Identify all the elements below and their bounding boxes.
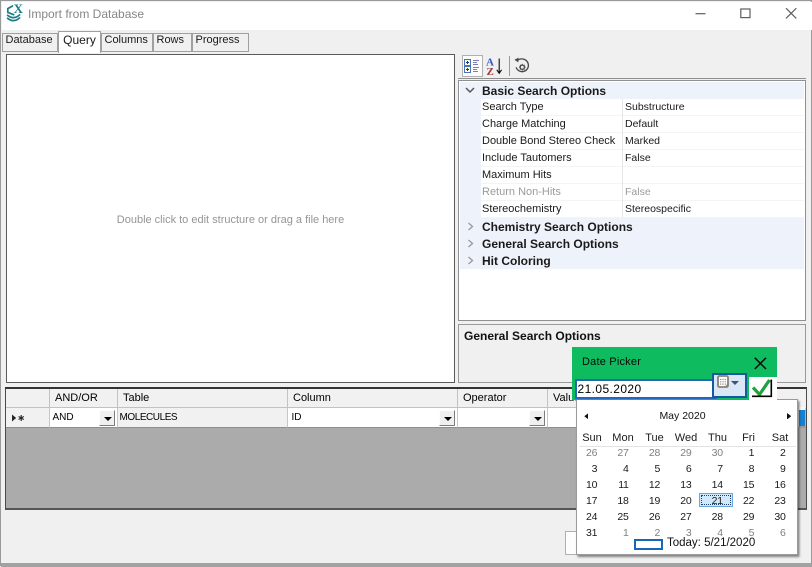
svg-text:Z: Z [487,66,494,76]
svg-text:X: X [14,3,24,16]
